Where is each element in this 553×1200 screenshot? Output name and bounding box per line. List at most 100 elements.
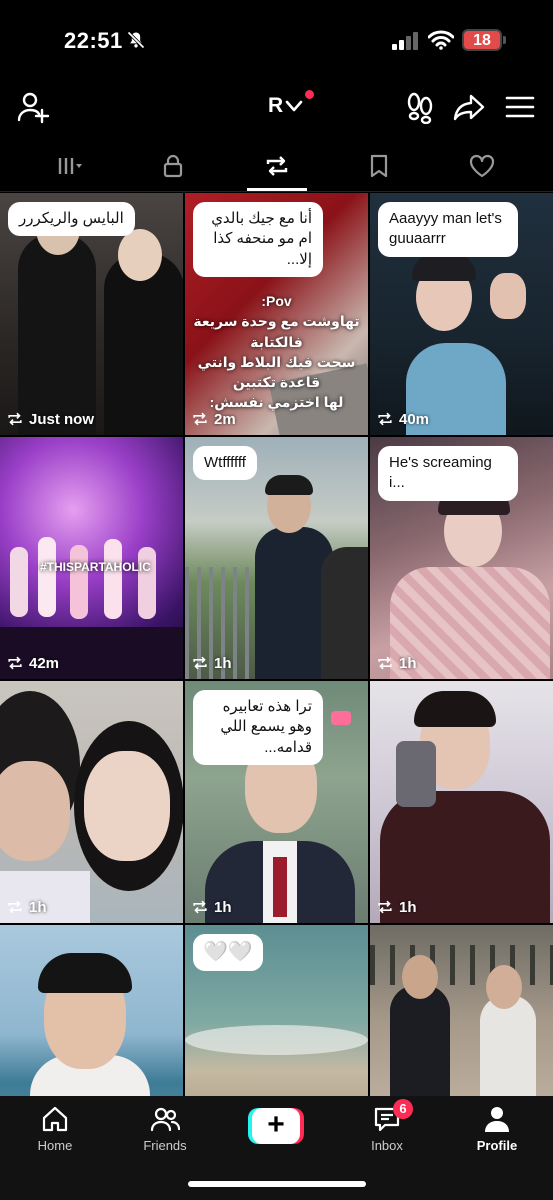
hair xyxy=(414,691,496,727)
account-switcher[interactable]: R xyxy=(268,94,283,118)
repost-icon xyxy=(193,900,207,914)
repost-time: Just now xyxy=(29,410,95,428)
repost-icon xyxy=(193,412,207,426)
video-tile[interactable] xyxy=(370,925,553,1098)
caption-bubble: He's screaming i... xyxy=(378,446,518,501)
face xyxy=(402,955,438,999)
overlay-text: Pov: تهاوشت مع وحدة سريعة فالكتابة سحت ف… xyxy=(193,293,360,411)
video-tile[interactable]: Aaayyy man let's guuaarrr 40m xyxy=(370,193,553,435)
inbox-badge: 6 xyxy=(393,1099,413,1119)
heart-icon xyxy=(469,154,495,178)
repost-time: 1h xyxy=(214,654,232,672)
hand xyxy=(490,273,526,319)
overlay-text: #THISPARTAHOLIC xyxy=(40,560,151,574)
video-tile[interactable]: أنا مع جيك بالدي ام مو منحفه كذا إلا... … xyxy=(185,193,368,435)
hair xyxy=(265,475,313,495)
tab-videos[interactable] xyxy=(15,140,125,192)
hair xyxy=(38,953,132,993)
repost-meta: 1h xyxy=(191,898,232,916)
bottom-nav: Home Friends + Inbox 6 Profile xyxy=(0,1096,553,1200)
reposts-grid: البايس والريكررر Just now أنا مع جيك بال… xyxy=(0,193,553,1098)
create-button[interactable]: + xyxy=(248,1108,304,1144)
video-tile[interactable]: #THISPARTAHOLIC 42m xyxy=(0,437,183,679)
repost-icon xyxy=(8,656,22,670)
battery-level: 18 xyxy=(473,32,491,49)
video-tile[interactable] xyxy=(0,925,183,1098)
repost-icon xyxy=(378,900,392,914)
person-figure xyxy=(390,985,450,1098)
repost-time: 40m xyxy=(399,410,430,428)
nav-inbox[interactable]: Inbox xyxy=(332,1104,442,1164)
tie xyxy=(273,857,287,917)
repost-meta: 42m xyxy=(6,654,59,672)
person-figure xyxy=(480,995,536,1098)
hair xyxy=(412,253,476,281)
bell-off-icon xyxy=(127,31,145,49)
phone xyxy=(396,741,436,807)
repost-icon xyxy=(266,156,288,176)
nav-profile[interactable]: Profile xyxy=(442,1104,552,1164)
nav-friends-label: Friends xyxy=(143,1138,187,1153)
repost-meta: 1h xyxy=(191,654,232,672)
nav-friends[interactable]: Friends xyxy=(110,1104,220,1164)
tab-reposts[interactable] xyxy=(222,140,332,192)
tab-liked[interactable] xyxy=(427,140,537,192)
tab-private[interactable] xyxy=(118,140,228,192)
face xyxy=(84,751,170,861)
dancer xyxy=(38,537,56,617)
add-friend-icon[interactable] xyxy=(16,90,50,124)
person-figure xyxy=(18,233,96,435)
person-figure xyxy=(321,547,368,679)
battery-indicator: 18 xyxy=(462,29,502,51)
caption-bubble: 🤍🤍 xyxy=(193,934,263,971)
bow-emoji xyxy=(331,711,351,725)
status-bar: 22:51 18 xyxy=(0,0,553,82)
caption-bubble: أنا مع جيك بالدي ام مو منحفه كذا إلا... xyxy=(193,202,323,277)
menu-icon[interactable] xyxy=(503,90,537,124)
nav-home-label: Home xyxy=(37,1138,73,1153)
profile-tabs xyxy=(0,140,553,192)
grid-icon xyxy=(58,158,82,174)
dancer xyxy=(104,539,122,619)
tab-favorites[interactable] xyxy=(324,140,434,192)
caption-bubble: Aaayyy man let's guuaarrr xyxy=(378,202,518,257)
status-time: 22:51 xyxy=(64,28,123,53)
repost-icon xyxy=(193,656,207,670)
battery-tip xyxy=(503,36,506,44)
video-tile[interactable]: ترا هذه تعابيره وهو يسمع اللي قدامه... 1… xyxy=(185,681,368,923)
repost-icon xyxy=(378,656,392,670)
repost-time: 1h xyxy=(214,898,232,916)
repost-time: 42m xyxy=(29,654,60,672)
face xyxy=(118,229,162,281)
video-tile[interactable]: He's screaming i... 1h xyxy=(370,437,553,679)
video-tile[interactable]: 🤍🤍 xyxy=(185,925,368,1098)
repost-time: 1h xyxy=(399,654,417,672)
railing xyxy=(370,945,553,985)
signal-icon xyxy=(392,32,418,50)
caption-bubble: البايس والريكررر xyxy=(8,202,135,237)
dancer xyxy=(70,545,88,619)
video-tile[interactable]: Wtffffff 1h xyxy=(185,437,368,679)
face xyxy=(486,965,522,1009)
caption-bubble: Wtffffff xyxy=(193,446,257,481)
face xyxy=(0,761,70,861)
active-tab-indicator xyxy=(247,188,307,191)
repost-time: 2m xyxy=(214,410,236,428)
chevron-down-icon[interactable] xyxy=(284,96,304,116)
plus-icon: + xyxy=(252,1108,300,1144)
home-indicator xyxy=(188,1181,366,1187)
video-tile[interactable]: البايس والريكررر Just now xyxy=(0,193,183,435)
repost-meta: 1h xyxy=(376,898,417,916)
share-icon[interactable] xyxy=(452,90,486,124)
home-icon xyxy=(42,1106,68,1132)
wifi-icon xyxy=(428,30,454,50)
profile-icon xyxy=(485,1107,509,1132)
video-tile[interactable]: 1h xyxy=(0,681,183,923)
video-tile[interactable]: 1h xyxy=(370,681,553,923)
footprints-icon[interactable] xyxy=(403,90,437,124)
notification-dot xyxy=(305,90,314,99)
wave xyxy=(185,1025,368,1055)
repost-meta: 1h xyxy=(6,898,47,916)
nav-home[interactable]: Home xyxy=(0,1104,110,1164)
repost-meta: 2m xyxy=(191,410,236,428)
